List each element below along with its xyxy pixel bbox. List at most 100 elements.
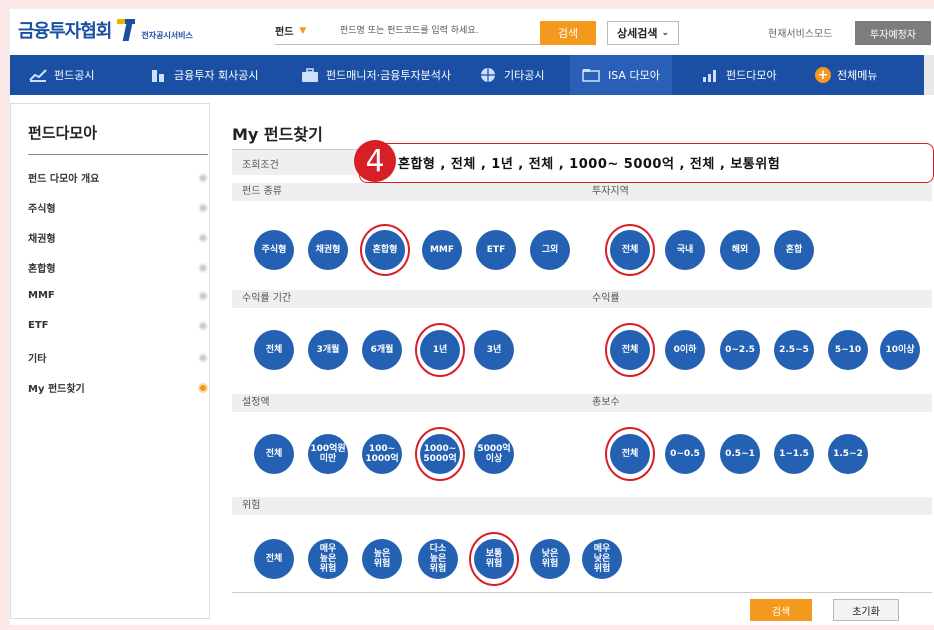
logo-subtitle: 전자공시서비스 [141,31,193,40]
annotation-text: 혼합형 , 전체 , 1년 , 전체 , 1000~ 5000억 , 전체 , … [398,157,781,172]
option-return-period[interactable]: 3년 [474,330,514,370]
option-risk[interactable]: 다소 높은 위험 [418,539,458,579]
search-input[interactable] [340,21,540,41]
option-risk[interactable]: 높은 위험 [362,539,402,579]
nav-item-fund-manager[interactable]: 펀드매니저·금융투자분석사 [300,55,451,95]
mode-button[interactable]: 투자예정자 [855,21,931,45]
option-fee-selected[interactable]: 전체 [610,434,650,474]
option-risk[interactable]: 낮은 위험 [530,539,570,579]
sidebar-item-other[interactable]: 기타 [28,350,208,365]
nav-label: 펀드다모아 [726,69,777,82]
sidebar-item-stock[interactable]: 주식형 [28,200,208,215]
option-region-selected[interactable]: 전체 [610,230,650,270]
option-fund-type[interactable]: ETF [476,230,516,270]
detail-search-button[interactable]: 상세검색 ⌄ [607,21,679,45]
sidebar-item-overview[interactable]: 펀드 다모아 개요 [28,170,208,185]
option-fee[interactable]: 0~0.5 [665,434,705,474]
sidebar-title: 펀드다모아 [28,124,98,142]
section-header-return-period: 수익률 기간 [232,290,582,308]
sidebar-item-label: 채권형 [28,234,56,245]
nav-item-other-disclosure[interactable]: 기타공시 [478,55,544,95]
sidebar-item-label: MMF [28,290,55,301]
sidebar: 펀드다모아 펀드 다모아 개요 주식형 채권형 혼합형 MMF ETF 기타 M… [10,103,210,619]
radio-dot-icon [198,290,208,301]
option-region[interactable]: 혼합 [774,230,814,270]
option-return-period[interactable]: 3개월 [308,330,348,370]
sidebar-item-my-fund[interactable]: My 펀드찾기 [28,380,208,395]
fund-type-select[interactable]: 펀드 ▼ [275,23,312,39]
option-size[interactable]: 5000억 이상 [474,434,514,474]
nav-item-isa[interactable]: ISA 다모아 [570,55,672,95]
nav-label: 펀드공시 [54,69,95,82]
option-return-rate[interactable]: 5~10 [828,330,868,370]
sidebar-item-label: 혼합형 [28,264,56,275]
option-fee[interactable]: 0.5~1 [720,434,760,474]
option-return-rate[interactable]: 10이상 [880,330,920,370]
building-icon [148,67,168,83]
sidebar-item-mmf[interactable]: MMF [28,290,208,301]
sidebar-divider [28,154,208,155]
option-return-rate[interactable]: 2.5~5 [774,330,814,370]
radio-dot-icon [198,262,208,273]
nav-label: 금융투자 회사공시 [174,69,259,82]
logo-mark-icon [113,19,139,43]
option-fund-type[interactable]: 채권형 [308,230,348,270]
page-frame: 금융투자협회 전자공시서비스 펀드 ▼ 검색 상세검색 ⌄ 현재서비스모드 투자… [10,9,934,625]
nav-label: 펀드매니저·금융투자분석사 [326,69,451,82]
option-fund-type[interactable]: MMF [422,230,462,270]
section-header-risk: 위험 [232,497,932,515]
option-risk[interactable]: 매우 낮은 위험 [582,539,622,579]
nav-label: ISA 다모아 [608,69,660,82]
option-size[interactable]: 100~ 1000억 [362,434,402,474]
chevron-down-icon: ⌄ [661,28,670,38]
option-fee[interactable]: 1.5~2 [828,434,868,474]
section-header-fund-type: 펀드 종류 [232,183,582,201]
radio-dot-icon [198,202,208,213]
detail-search-label: 상세검색 [616,27,658,40]
globe-icon [478,67,498,83]
option-region[interactable]: 국내 [665,230,705,270]
section-header-return-rate: 수익률 [582,290,932,308]
option-return-period-selected[interactable]: 1년 [420,330,460,370]
nav-scroll-edge [924,55,934,95]
radio-dot-active-icon [198,382,208,393]
option-return-rate[interactable]: 0이하 [665,330,705,370]
briefcase-icon [300,67,320,83]
option-return-period[interactable]: 6개월 [362,330,402,370]
nav-item-company-disclosure[interactable]: 금융투자 회사공시 [148,55,258,95]
nav-item-fund-damoa[interactable]: 펀드다모아 [700,55,777,95]
reset-button[interactable]: 초기화 [833,599,899,621]
sidebar-item-etf[interactable]: ETF [28,320,208,331]
option-risk[interactable]: 전체 [254,539,294,579]
chart-icon [28,67,48,83]
radio-dot-icon [198,320,208,331]
site-logo[interactable]: 금융투자협회 전자공시서비스 [18,17,193,43]
option-size-selected[interactable]: 1000~ 5000억 [420,434,460,474]
sidebar-item-label: ETF [28,320,49,331]
option-fund-type-selected[interactable]: 혼합형 [365,230,405,270]
sidebar-item-mixed[interactable]: 혼합형 [28,260,208,275]
sidebar-item-label: 기타 [28,354,47,365]
bar-chart-icon [700,67,720,83]
search-button[interactable]: 검색 [540,21,596,45]
sidebar-item-bond[interactable]: 채권형 [28,230,208,245]
search-submit-button[interactable]: 검색 [750,599,812,621]
option-return-rate[interactable]: 0~2.5 [720,330,760,370]
radio-dot-icon [198,352,208,363]
section-header-fee: 총보수 [582,394,932,412]
option-return-period[interactable]: 전체 [254,330,294,370]
option-risk-selected[interactable]: 보통 위험 [474,539,514,579]
option-size[interactable]: 전체 [254,434,294,474]
option-fund-type[interactable]: 주식형 [254,230,294,270]
nav-item-all-menu[interactable]: + 전체메뉴 [815,55,877,95]
folder-icon [582,67,602,83]
radio-dot-icon [198,172,208,183]
option-fund-type[interactable]: 그외 [530,230,570,270]
option-risk[interactable]: 매우 높은 위험 [308,539,348,579]
sidebar-item-label: 주식형 [28,204,56,215]
option-fee[interactable]: 1~1.5 [774,434,814,474]
option-region[interactable]: 해외 [720,230,760,270]
option-size[interactable]: 100억원 미만 [308,434,348,474]
nav-item-fund-disclosure[interactable]: 펀드공시 [28,55,94,95]
option-return-rate-selected[interactable]: 전체 [610,330,650,370]
